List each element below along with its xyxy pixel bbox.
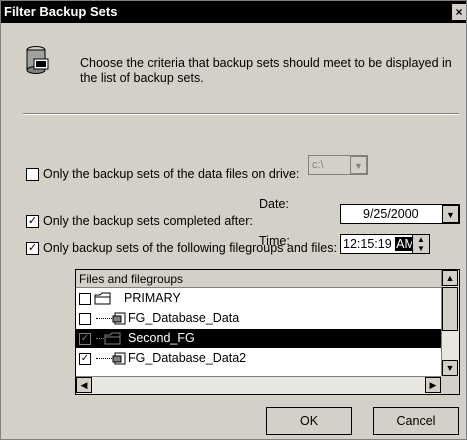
filegroups-filter-label: Only backup sets of the following filegr… (43, 241, 337, 255)
list-header: Files and filegroups (76, 270, 441, 288)
vertical-scrollbar[interactable]: ▲ ▼ (441, 270, 459, 376)
time-value: 12:15:19 (343, 237, 392, 251)
row-checkbox[interactable] (79, 293, 91, 305)
file-icon (112, 352, 126, 365)
separator (23, 113, 459, 115)
list-item[interactable]: ✓ FG_Database_Data2 (76, 349, 441, 368)
folder-icon (94, 292, 111, 305)
time-field[interactable]: 12:15:19 AM ▲ ▼ (340, 234, 430, 254)
cancel-button[interactable]: Cancel (373, 407, 459, 435)
date-picker[interactable]: 9/25/2000 ▼ (340, 204, 460, 224)
drive-select: c:\ ▼ (308, 155, 368, 175)
tree-connector (96, 318, 112, 319)
scroll-thumb[interactable] (442, 287, 458, 331)
list-item[interactable]: PRIMARY (76, 289, 441, 308)
row-checkbox[interactable]: ✓ (79, 333, 91, 345)
close-icon: × (455, 5, 463, 19)
chevron-down-icon: ▼ (446, 210, 455, 220)
date-filter-label: Only the backup sets completed after: (43, 214, 253, 228)
time-spinner[interactable]: ▲ ▼ (412, 235, 429, 253)
filter-backup-sets-dialog: Filter Backup Sets × Choose the criteria… (0, 0, 467, 440)
ok-button[interactable]: OK (266, 407, 352, 435)
row-checkbox[interactable]: ✓ (79, 353, 91, 365)
drive-dropdown-button: ▼ (350, 156, 367, 174)
row-label: Second_FG (128, 331, 195, 345)
dialog-title: Filter Backup Sets (4, 4, 118, 19)
database-filter-icon (26, 46, 49, 74)
row-label: PRIMARY (124, 291, 181, 305)
scroll-right-button[interactable]: ▶ (425, 377, 441, 393)
close-button[interactable]: × (452, 4, 466, 20)
spin-down-icon[interactable]: ▼ (413, 244, 429, 253)
scroll-down-button[interactable]: ▼ (442, 360, 458, 376)
tree-connector (96, 358, 112, 359)
date-value: 9/25/2000 (363, 207, 419, 221)
row-label: FG_Database_Data2 (128, 351, 247, 365)
drive-filter-checkbox[interactable] (26, 168, 39, 181)
file-icon (112, 312, 126, 325)
horizontal-scrollbar[interactable]: ◀ ▶ (76, 376, 441, 394)
list-item[interactable]: FG_Database_Data (76, 309, 441, 328)
date-filter-checkbox[interactable]: ✓ (26, 215, 39, 228)
files-and-filegroups-list[interactable]: Files and filegroups PRIMARY FG_Database… (75, 269, 460, 395)
scroll-up-button[interactable]: ▲ (442, 270, 458, 286)
drive-filter-label: Only the backup sets of the data files o… (43, 167, 300, 181)
tree-connector (96, 338, 104, 339)
title-bar: Filter Backup Sets × (1, 1, 466, 23)
folder-icon (104, 332, 121, 345)
spin-up-icon[interactable]: ▲ (413, 235, 429, 244)
date-label: Date: (259, 197, 289, 211)
list-item-selected[interactable]: ✓ Second_FG (76, 329, 441, 348)
scrollbar-corner (441, 376, 459, 394)
header-description: Choose the criteria that backup sets sho… (80, 56, 452, 85)
filegroups-filter-checkbox[interactable]: ✓ (26, 242, 39, 255)
drive-value: c:\ (312, 159, 324, 171)
scroll-left-button[interactable]: ◀ (76, 377, 92, 393)
row-label: FG_Database_Data (128, 311, 240, 325)
chevron-down-icon: ▼ (354, 161, 363, 171)
date-dropdown-button[interactable]: ▼ (442, 205, 459, 223)
row-checkbox[interactable] (79, 313, 91, 325)
